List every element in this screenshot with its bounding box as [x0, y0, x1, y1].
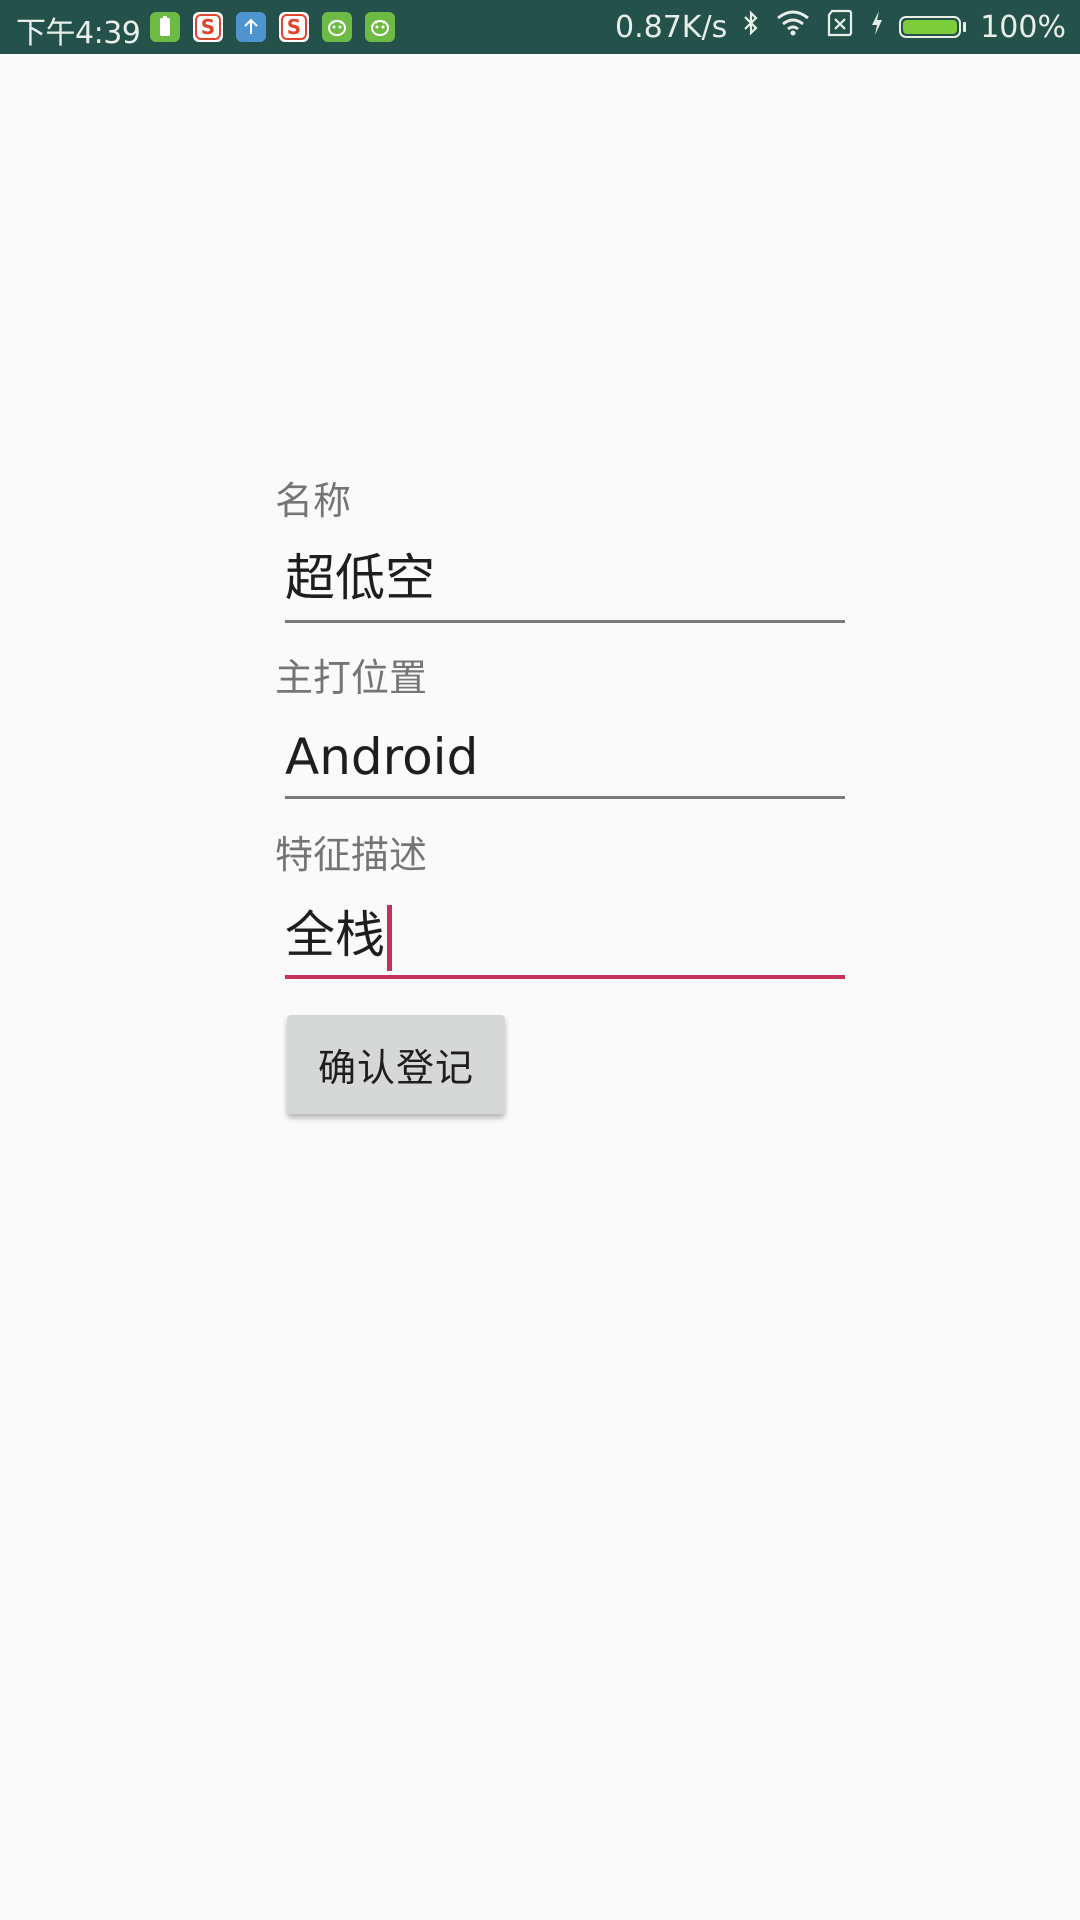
- name-label: 名称: [275, 479, 352, 523]
- no-sim-icon: [825, 9, 855, 45]
- status-right: 0.87K/s 100%: [615, 8, 1066, 46]
- android-bug-icon: [322, 12, 352, 42]
- notification-icons: S S: [150, 12, 395, 42]
- text-cursor: [387, 905, 392, 971]
- confirm-register-button[interactable]: 确认登记: [287, 1015, 505, 1114]
- sogou-icon: S: [193, 12, 223, 42]
- charging-icon: [869, 9, 885, 45]
- status-bar: 下午4:39 S S 0.87K/s 100%: [0, 0, 1080, 54]
- svg-text:S: S: [201, 15, 215, 39]
- position-input-value: Android: [285, 728, 479, 786]
- position-input[interactable]: Android: [285, 719, 845, 799]
- status-time: 下午4:39: [16, 16, 141, 51]
- sogou-icon: S: [279, 12, 309, 42]
- wifi-icon: [775, 9, 811, 45]
- name-input-value: 超低空: [285, 549, 435, 607]
- description-label: 特征描述: [275, 833, 428, 877]
- battery-icon: [899, 16, 967, 38]
- android-bug-icon: [365, 12, 395, 42]
- net-speed: 0.87K/s: [615, 9, 728, 45]
- battery-app-icon: [150, 12, 180, 42]
- upload-icon: [236, 12, 266, 42]
- name-input[interactable]: 超低空: [285, 543, 845, 623]
- battery-percent: 100%: [980, 9, 1066, 45]
- svg-text:S: S: [287, 15, 301, 39]
- position-label: 主打位置: [275, 656, 428, 700]
- description-input-value: 全栈: [285, 905, 385, 964]
- bluetooth-icon: [741, 8, 761, 46]
- description-input[interactable]: 全栈: [285, 899, 845, 979]
